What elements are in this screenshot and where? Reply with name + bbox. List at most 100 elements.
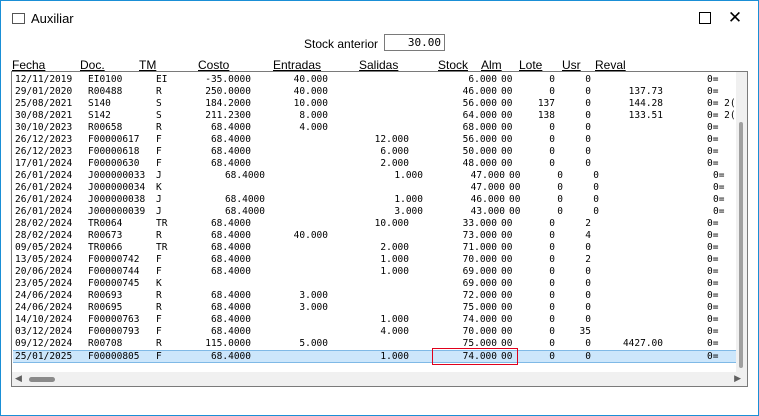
table-row[interactable]: 14/10/2024 F00000763 F 68.4000 1.000 74.000 00… (13, 314, 736, 326)
table-row[interactable]: 28/02/2024 R00673 R 68.4000 40.000 73.000 00 0 4… (13, 230, 736, 242)
cell-lote: 0 (557, 194, 563, 205)
table-row[interactable]: 26/01/2024 J000000038 J 68.4000 1.000 46.000 0… (13, 194, 736, 206)
col-stock[interactable]: Stock (438, 58, 468, 72)
cell-stock: 75.000 (462, 302, 497, 313)
cell-alm: 00 (501, 134, 513, 145)
table-row[interactable]: 30/10/2023 R00658 R 68.4000 4.000 68.000 00 0 0 0… (13, 122, 736, 134)
cell-alm: 00 (509, 206, 521, 217)
cell-lote: 0 (557, 206, 563, 217)
table-row[interactable]: 26/12/2023 F00000617 F 68.4000 12.000 56.000 0… (13, 134, 736, 146)
cell-doc: TR0064 (88, 218, 123, 229)
cell-salidas: 6.000 (380, 146, 409, 157)
cell-salidas: 4.000 (380, 326, 409, 337)
cell-entradas: 8.000 (299, 110, 328, 121)
table-row[interactable]: 30/08/2021 S142 S 211.2300 8.000 64.000 00 138 0… (13, 110, 736, 122)
cell-doc: J000000039 (88, 206, 146, 217)
col-alm[interactable]: Alm (481, 58, 502, 72)
cell-stock: 46.000 (470, 194, 505, 205)
cell-usr: 4 (585, 230, 591, 241)
maximize-icon[interactable] (694, 7, 716, 29)
cell-costo: 68.4000 (210, 122, 251, 133)
cell-stock: 47.000 (470, 182, 505, 193)
cell-alm: 00 (509, 194, 521, 205)
cell-alm: 00 (501, 266, 513, 277)
cell-reval: 4427.00 (622, 338, 663, 349)
title-bar: Auxiliar ✕ (1, 1, 758, 31)
scroll-right-icon[interactable]: ▶ (734, 373, 741, 384)
table-row[interactable]: 20/06/2024 F00000744 F 68.4000 1.000 69.000 00… (13, 266, 736, 278)
scroll-left-icon[interactable]: ◀ (15, 373, 22, 384)
cell-usr: 0 (585, 266, 591, 277)
auxiliar-window: Auxiliar ✕ Stock anterior 30.00 Fecha Do… (0, 0, 759, 416)
vertical-scroll-thumb[interactable] (739, 122, 743, 368)
cell-doc: R00488 (88, 86, 123, 97)
col-reval[interactable]: Reval (595, 58, 626, 72)
cell-doc: F00000805 (88, 351, 140, 362)
movements-table[interactable]: 12/11/2019 EI0100 EI -35.0000 40.000 6.000 00 0… (11, 71, 748, 387)
cell-stock: 43.000 (470, 206, 505, 217)
col-doc[interactable]: Doc. (80, 58, 105, 72)
stock-anterior-field[interactable]: 30.00 (384, 34, 445, 51)
cell-stock: 64.000 (462, 110, 497, 121)
close-icon[interactable]: ✕ (724, 7, 746, 29)
cell-salidas: 1.000 (380, 314, 409, 325)
table-row[interactable]: 03/12/2024 F00000793 F 68.4000 4.000 70.000 00… (13, 326, 736, 338)
cell-alm: 00 (501, 242, 513, 253)
col-lote[interactable]: Lote (519, 58, 542, 72)
cell-costo: 68.4000 (210, 134, 251, 145)
cell-alm: 00 (501, 158, 513, 169)
horizontal-scrollbar[interactable]: ◀ ▶ (12, 372, 747, 386)
cell-costo: 68.4000 (210, 314, 251, 325)
table-row[interactable]: 24/06/2024 R00695 R 68.4000 3.000 75.000 00 0 0 0… (13, 302, 736, 314)
table-row[interactable]: 09/05/2024 TR0066 TR 68.4000 2.000 71.000 00 0 0… (13, 242, 736, 254)
table-row[interactable]: 25/08/2021 S140 S 184.2000 10.000 56.000 00 137… (13, 98, 736, 110)
table-row[interactable]: 26/01/2024 J000000033 J 68.4000 1.000 47.000 0… (13, 170, 736, 182)
cell-salidas: 10.000 (374, 218, 409, 229)
cell-doc: F00000744 (88, 266, 140, 277)
cell-costo: 184.2000 (205, 98, 251, 109)
cell-doc: J000000038 (88, 194, 146, 205)
table-row[interactable]: 17/01/2024 F00000630 F 68.4000 2.000 48.000 00… (13, 158, 736, 170)
table-row[interactable]: 28/02/2024 TR0064 TR 68.4000 10.000 33.000 00 0… (13, 218, 736, 230)
cell-doc: R00658 (88, 122, 123, 133)
cell-costo: 68.4000 (210, 351, 251, 362)
cell-fecha: 20/06/2024 (15, 266, 73, 277)
cell-alm: 00 (501, 122, 513, 133)
cell-costo: 211.2300 (205, 110, 251, 121)
cell-lote: 0 (557, 170, 563, 181)
col-usr[interactable]: Usr (562, 58, 581, 72)
table-row[interactable]: 23/05/2024 F00000745 K 69.000 00 0 0 0= (13, 278, 736, 290)
table-row[interactable]: 12/11/2019 EI0100 EI -35.0000 40.000 6.000 00 0… (13, 74, 736, 86)
cell-stock: 33.000 (462, 218, 497, 229)
cell-lote: 0 (549, 242, 555, 253)
cell-lote: 0 (549, 326, 555, 337)
cell-reval: 137.73 (628, 86, 663, 97)
cell-doc: F00000618 (88, 146, 140, 157)
col-tm[interactable]: TM (139, 58, 156, 72)
table-row-selected[interactable]: 25/01/2025 F00000805 F 68.4000 1.000 74.000 00… (13, 350, 736, 363)
table-row[interactable]: 13/05/2024 F00000742 F 68.4000 1.000 70.000 00… (13, 254, 736, 266)
cell-alm: 00 (501, 98, 513, 109)
table-row[interactable]: 29/01/2020 R00488 R 250.0000 40.000 46.000 00 0… (13, 86, 736, 98)
col-costo[interactable]: Costo (198, 58, 229, 72)
cell-fecha: 17/01/2024 (15, 158, 73, 169)
cell-usr: 0 (585, 290, 591, 301)
table-row[interactable]: 26/01/2024 J000000039 J 68.4000 3.000 43.000 0… (13, 206, 736, 218)
cell-reval: 144.28 (628, 98, 663, 109)
cell-salidas: 2.000 (380, 242, 409, 253)
vertical-scrollbar[interactable] (736, 72, 747, 374)
table-row[interactable]: 09/12/2024 R00708 R 115.0000 5.000 75.000 00 0 0… (13, 338, 736, 350)
table-row[interactable]: 24/06/2024 R00693 R 68.4000 3.000 72.000 00 0 0 0… (13, 290, 736, 302)
cell-fecha: 26/01/2024 (15, 194, 73, 205)
table-row[interactable]: 26/12/2023 F00000618 F 68.4000 6.000 50.000 00… (13, 146, 736, 158)
cell-costo: 68.4000 (224, 206, 265, 217)
col-fecha[interactable]: Fecha (12, 58, 45, 72)
col-entradas[interactable]: Entradas (273, 58, 321, 72)
cell-costo: 68.4000 (210, 266, 251, 277)
col-salidas[interactable]: Salidas (359, 58, 398, 72)
cell-alm: 00 (501, 314, 513, 325)
cell-costo: 68.4000 (210, 230, 251, 241)
table-row[interactable]: 26/01/2024 J000000034 K 47.000 00 0 0 0= (13, 182, 736, 194)
cell-salidas: 3.000 (394, 206, 423, 217)
horizontal-scroll-thumb[interactable] (29, 377, 55, 382)
